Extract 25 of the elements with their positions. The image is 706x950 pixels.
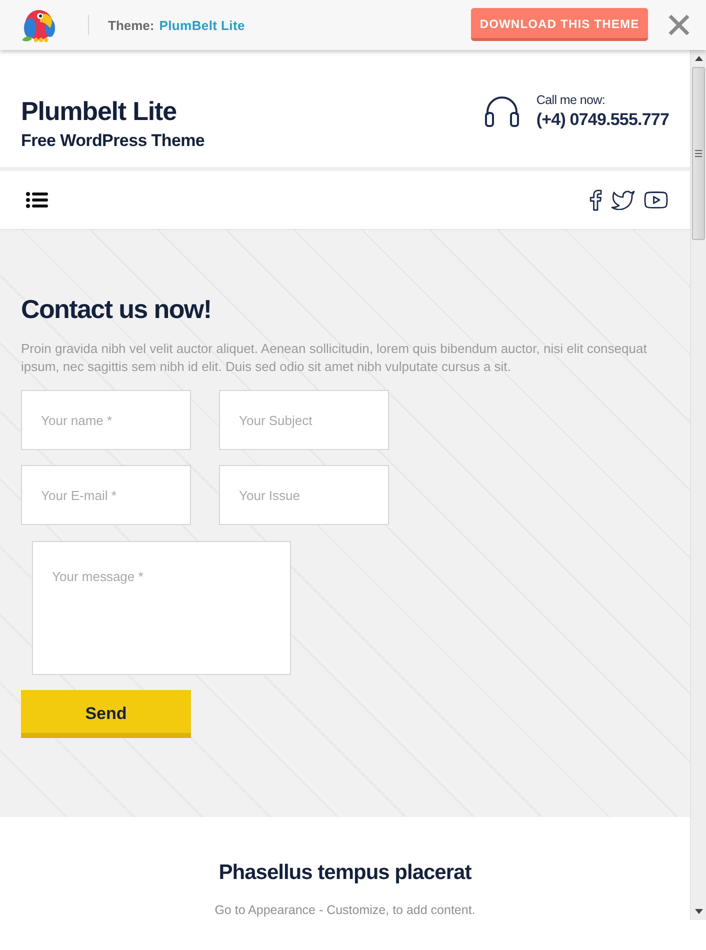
headphones-icon xyxy=(484,94,520,127)
scroll-down-arrow-icon[interactable] xyxy=(694,909,702,914)
site-tagline: Free WordPress Theme xyxy=(21,130,205,152)
phone-number: (+4) 0749.555.777 xyxy=(536,109,669,131)
widget-text: Go to Appearance - Customize, to add content. xyxy=(214,902,476,918)
play-button-icon[interactable] xyxy=(644,191,668,209)
contact-heading: Contact us now! xyxy=(21,293,212,326)
contact-intro-text: Proin gravida nibh vel velit auctor aliquet. Aenean sollicitudin, lorem quis bibendum auctor, nisi elit consequat ipsum, nec sagittis sem nibh id elit. Duis sed odio sit amet nibh vulputate cursus a sit. xyxy=(21,340,648,376)
input-field[interactable]: Your Issue xyxy=(219,465,389,525)
menu-icon[interactable] xyxy=(26,192,48,208)
input-field[interactable]: Your Subject xyxy=(219,390,389,450)
site-title[interactable]: Plumbelt Lite xyxy=(21,94,205,128)
twitter-bird-icon[interactable] xyxy=(611,190,635,210)
close-icon[interactable] xyxy=(668,14,690,36)
widget-heading: Phasellus tempus placerat xyxy=(218,860,472,886)
grip-lines-icon xyxy=(695,150,702,157)
facebook-icon[interactable] xyxy=(589,189,602,211)
scrollbar-thumb[interactable] xyxy=(692,67,705,240)
input-field[interactable]: Your name * xyxy=(21,390,191,450)
theme-label: Theme: xyxy=(108,18,154,32)
send-button[interactable]: Send xyxy=(21,690,191,738)
input-field[interactable]: Your E-mail * xyxy=(21,465,191,525)
call-label: Call me now: xyxy=(536,92,606,108)
scroll-up-arrow-icon[interactable] xyxy=(694,56,702,61)
message-field[interactable]: Your message * xyxy=(32,541,291,675)
